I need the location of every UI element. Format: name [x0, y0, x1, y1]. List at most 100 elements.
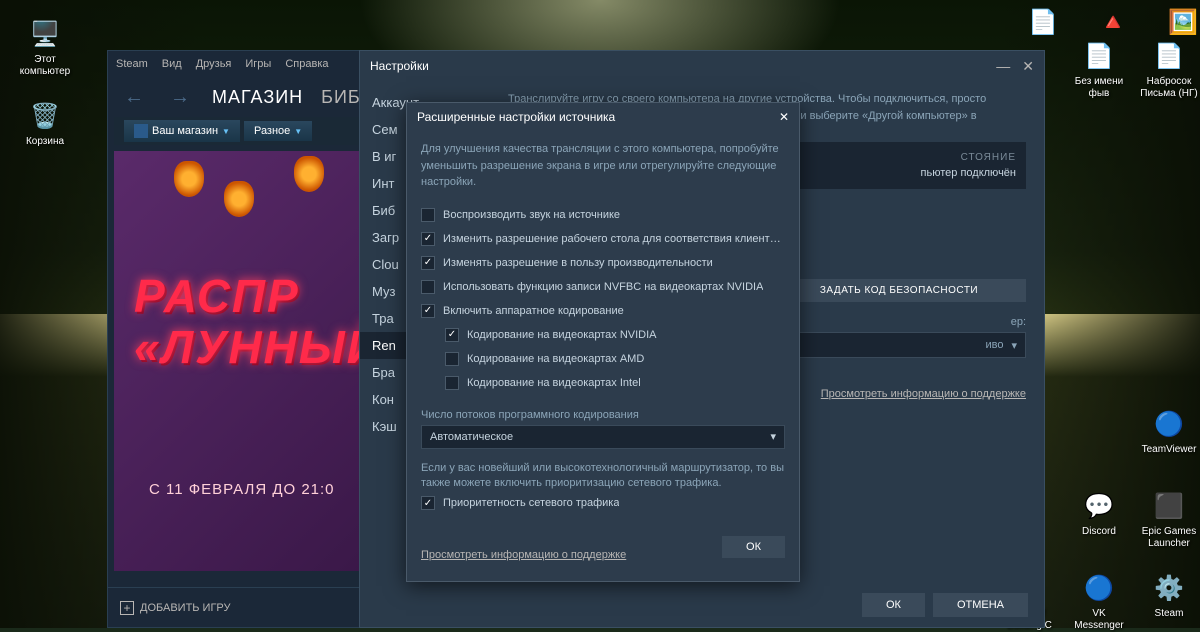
- icon-label: Без именифыв: [1068, 76, 1130, 100]
- desktop-icon-doc-img[interactable]: 🖼️: [1152, 6, 1200, 42]
- settings-footer: ОК ОТМЕНА: [862, 593, 1028, 617]
- checkbox-icon: [445, 328, 459, 342]
- icon-label: Discord: [1068, 526, 1130, 538]
- adv-support-link[interactable]: Просмотреть информацию о поддержке: [421, 549, 626, 561]
- lantern-decor: [174, 161, 204, 197]
- doc-template-icon: 📄: [1027, 6, 1059, 38]
- check-label: Воспроизводить звук на источнике: [443, 209, 620, 221]
- chevron-down-icon: ▼: [294, 127, 302, 136]
- menu-вид[interactable]: Вид: [162, 58, 182, 70]
- chevron-down-icon: ▾: [1011, 339, 1017, 352]
- check-label: Включить аппаратное кодирование: [443, 305, 624, 317]
- desktop-icon-this-pc[interactable]: 🖥️ Этоткомпьютер: [14, 18, 76, 78]
- menu-steam[interactable]: Steam: [116, 58, 148, 70]
- threads-select[interactable]: Автоматическое ▾: [421, 425, 785, 449]
- recycle-bin-icon: 🗑️: [29, 100, 61, 132]
- icon-label: Epic GamesLauncher: [1138, 526, 1200, 550]
- adv-check-3[interactable]: Использовать функцию записи NVFBC на вид…: [421, 275, 785, 299]
- router-note: Если у вас новейший или высокотехнологич…: [421, 461, 785, 492]
- checkbox-icon: [445, 376, 459, 390]
- adv-intro: Для улучшения качества трансляции с этог…: [421, 141, 785, 191]
- checkbox-icon: [421, 280, 435, 294]
- nav-fwd-icon[interactable]: →: [166, 86, 194, 109]
- settings-cancel-button[interactable]: ОТМЕНА: [933, 593, 1028, 617]
- epic-icon: ⬛: [1153, 490, 1185, 522]
- misc-tab[interactable]: Разное ▼: [244, 121, 312, 141]
- lantern-decor: [294, 156, 324, 192]
- settings-titlebar: Настройки — ✕: [360, 51, 1044, 81]
- nav-back-icon[interactable]: ←: [120, 86, 148, 109]
- threads-label: Число потоков программного кодирования: [421, 409, 785, 421]
- desktop-icon-sketch-ng[interactable]: 📄 НабросокПисьма (НГ): [1138, 40, 1200, 100]
- check-label: Кодирование на видеокартах AMD: [467, 353, 644, 365]
- menu-друзья[interactable]: Друзья: [196, 58, 232, 70]
- close-icon[interactable]: ✕: [1022, 58, 1034, 75]
- checkbox-icon: [421, 496, 435, 510]
- check-label: Кодирование на видеокартах Intel: [467, 377, 641, 389]
- icon-label: Корзина: [14, 136, 76, 148]
- icon-label: VKMessenger: [1068, 608, 1130, 632]
- adv-ok-button[interactable]: ОК: [722, 536, 785, 558]
- select-value: иво: [985, 339, 1003, 351]
- misc-label: Разное: [254, 125, 290, 137]
- advanced-host-settings-dialog: Расширенные настройки источника ✕ Для ул…: [406, 102, 800, 582]
- checkbox-icon: [421, 256, 435, 270]
- adv-check-1[interactable]: Изменить разрешение рабочего стола для с…: [421, 227, 785, 251]
- desktop-icon-recycle-bin[interactable]: 🗑️ Корзина: [14, 100, 76, 148]
- check-label: Кодирование на видеокартах NVIDIA: [467, 329, 657, 341]
- plus-icon: +: [120, 601, 134, 615]
- desktop-icon-teamviewer[interactable]: 🔵 TeamViewer: [1138, 408, 1200, 456]
- checkbox-icon: [421, 304, 435, 318]
- menu-игры[interactable]: Игры: [245, 58, 271, 70]
- icon-label: TeamViewer: [1138, 444, 1200, 456]
- sketch-ng-icon: 📄: [1153, 40, 1185, 72]
- unnamed-fyv-icon: 📄: [1083, 40, 1115, 72]
- close-icon[interactable]: ✕: [779, 110, 789, 124]
- desktop-icon-app-ac[interactable]: 🔺: [1082, 6, 1144, 42]
- app-ac-icon: 🔺: [1097, 6, 1129, 38]
- your-store-tab[interactable]: Ваш магазин ▼: [124, 120, 240, 142]
- adv-check-4[interactable]: Включить аппаратное кодирование: [421, 299, 785, 323]
- window-controls: — ✕: [996, 58, 1034, 75]
- vk-msg-icon: 🔵: [1083, 572, 1115, 604]
- add-game-label: ДОБАВИТЬ ИГРУ: [140, 602, 231, 614]
- desktop-icon-vk-msg[interactable]: 🔵 VKMessenger: [1068, 572, 1130, 632]
- check-label: Изменить разрешение рабочего стола для с…: [443, 233, 785, 245]
- icon-label: Этоткомпьютер: [14, 54, 76, 78]
- doc-img-icon: 🖼️: [1167, 6, 1199, 38]
- settings-ok-button[interactable]: ОК: [862, 593, 925, 617]
- adv-check-0[interactable]: Воспроизводить звук на источнике: [421, 203, 785, 227]
- checkbox-icon: [421, 208, 435, 222]
- this-pc-icon: 🖥️: [29, 18, 61, 50]
- adv-check-7[interactable]: Кодирование на видеокартах Intel: [421, 371, 785, 395]
- checkbox-icon: [445, 352, 459, 366]
- check-label: Изменять разрешение в пользу производите…: [443, 257, 713, 269]
- icon-label: НабросокПисьма (НГ): [1138, 76, 1200, 100]
- nav-store[interactable]: МАГАЗИН: [212, 87, 303, 108]
- desktop-icon-unnamed-fyv[interactable]: 📄 Без именифыв: [1068, 40, 1130, 100]
- icon-label: Steam: [1138, 608, 1200, 620]
- add-game-button[interactable]: + ДОБАВИТЬ ИГРУ: [120, 601, 231, 615]
- teamviewer-icon: 🔵: [1153, 408, 1185, 440]
- your-store-label: Ваш магазин: [152, 125, 218, 137]
- checkbox-icon: [421, 232, 435, 246]
- lantern-decor: [224, 181, 254, 217]
- desktop-icon-doc-template[interactable]: 📄: [1012, 6, 1074, 42]
- adv-check-6[interactable]: Кодирование на видеокартах AMD: [421, 347, 785, 371]
- adv-check-5[interactable]: Кодирование на видеокартах NVIDIA: [421, 323, 785, 347]
- sale-line2: «ЛУННЫЙ: [134, 322, 382, 373]
- adv-title-text: Расширенные настройки источника: [417, 110, 615, 124]
- priority-check[interactable]: Приоритетность сетевого трафика: [421, 491, 785, 515]
- desktop-icon-epic[interactable]: ⬛ Epic GamesLauncher: [1138, 490, 1200, 550]
- priority-label: Приоритетность сетевого трафика: [443, 497, 619, 509]
- sale-dates: С 11 ФЕВРАЛЯ ДО 21:0: [149, 481, 335, 498]
- sale-banner: РАСПР «ЛУННЫЙ: [134, 271, 382, 372]
- set-security-code-button[interactable]: ЗАДАТЬ КОД БЕЗОПАСНОСТИ: [772, 279, 1026, 302]
- your-store-icon: [134, 124, 148, 138]
- desktop-icon-steam-icon[interactable]: ⚙️Steam: [1138, 572, 1200, 620]
- desktop-icon-discord[interactable]: 💬Discord: [1068, 490, 1130, 538]
- adv-check-2[interactable]: Изменять разрешение в пользу производите…: [421, 251, 785, 275]
- threads-value: Автоматическое: [430, 431, 513, 443]
- menu-справка[interactable]: Справка: [285, 58, 328, 70]
- minimize-icon[interactable]: —: [996, 58, 1010, 75]
